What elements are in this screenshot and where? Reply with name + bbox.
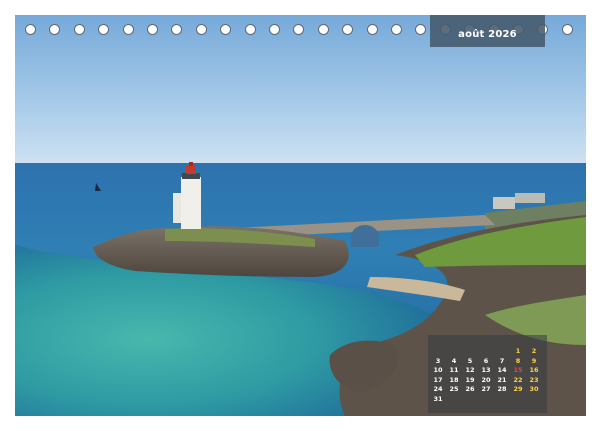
calendar-day: 13: [481, 366, 491, 374]
calendar-day: 17: [433, 375, 443, 384]
binding-hole: [391, 24, 402, 35]
binding-hole: [293, 24, 305, 35]
calendar-day: 21: [497, 375, 507, 384]
calendar-day: [446, 395, 462, 405]
binding-hole: [49, 24, 61, 35]
calendar-day: 2: [531, 347, 537, 355]
calendar-day: [478, 347, 494, 357]
calendar-day: 16: [529, 366, 539, 374]
calendar-day: 29: [513, 385, 523, 393]
calendar-day: [462, 395, 478, 405]
calendar-day: 10: [433, 366, 443, 374]
calendar-day: [526, 395, 542, 405]
calendar-day: 15: [513, 366, 523, 374]
calendar-day: [462, 347, 478, 357]
calendar-day: 26: [465, 385, 475, 393]
calendar-day: 23: [529, 375, 539, 384]
binding-hole: [98, 24, 110, 35]
calendar-day: [494, 347, 510, 357]
binding-hole: [317, 24, 329, 35]
binding-hole: [561, 24, 573, 35]
calendar-page: août 2026 1 2 3 4 5 6 7 8 9 10 11 12 13 14 15 16 17 18 19 2…: [0, 0, 600, 431]
binding-hole: [147, 24, 158, 35]
calendar-day: 9: [531, 356, 537, 365]
binding-hole: [269, 24, 280, 35]
calendar-day: 27: [481, 385, 491, 393]
binding-hole: [195, 24, 207, 35]
calendar-day: 20: [481, 375, 491, 384]
binding-hole: [25, 24, 36, 35]
calendar-day: 3: [435, 356, 441, 365]
binding-hole: [342, 24, 354, 35]
calendar-day: [430, 347, 446, 357]
binding-hole: [244, 24, 256, 35]
calendar-day: 24: [433, 385, 443, 393]
calendar-day: 11: [449, 366, 459, 374]
binding-hole: [122, 24, 134, 35]
binding-hole: [415, 24, 427, 35]
month-label: août 2026: [458, 29, 517, 40]
calendar-day: 18: [449, 375, 459, 384]
binding-hole: [73, 24, 85, 35]
calendar-day: 22: [513, 375, 523, 384]
month-calendar: 1 2 3 4 5 6 7 8 9 10 11 12 13 14 15 16 17 18 19 20 21 22 23 24 2…: [428, 335, 547, 413]
calendar-day: 6: [483, 356, 489, 365]
calendar-day: 8: [515, 356, 521, 365]
calendar-day: [510, 395, 526, 405]
calendar-day: [446, 347, 462, 357]
calendar-day: 30: [529, 385, 539, 393]
calendar-day: 28: [497, 385, 507, 393]
binding-hole: [171, 24, 183, 35]
month-banner: août 2026: [430, 15, 545, 47]
binding-hole: [366, 24, 378, 35]
calendar-day: 14: [497, 366, 507, 374]
binding-hole: [220, 24, 232, 35]
calendar-day: 1: [515, 347, 521, 355]
calendar-day: 19: [465, 375, 475, 384]
calendar-day: 5: [467, 356, 473, 365]
calendar-day: [494, 395, 510, 405]
calendar-grid: 1 2 3 4 5 6 7 8 9 10 11 12 13 14 15 16 17 18 19 20 21 22 23 24 2…: [430, 347, 543, 404]
calendar-day: 25: [449, 385, 459, 393]
calendar-day: 4: [451, 356, 457, 365]
calendar-day: [478, 395, 494, 405]
calendar-day: 7: [499, 356, 505, 365]
calendar-day: 31: [433, 394, 443, 403]
calendar-day: 12: [465, 366, 475, 374]
